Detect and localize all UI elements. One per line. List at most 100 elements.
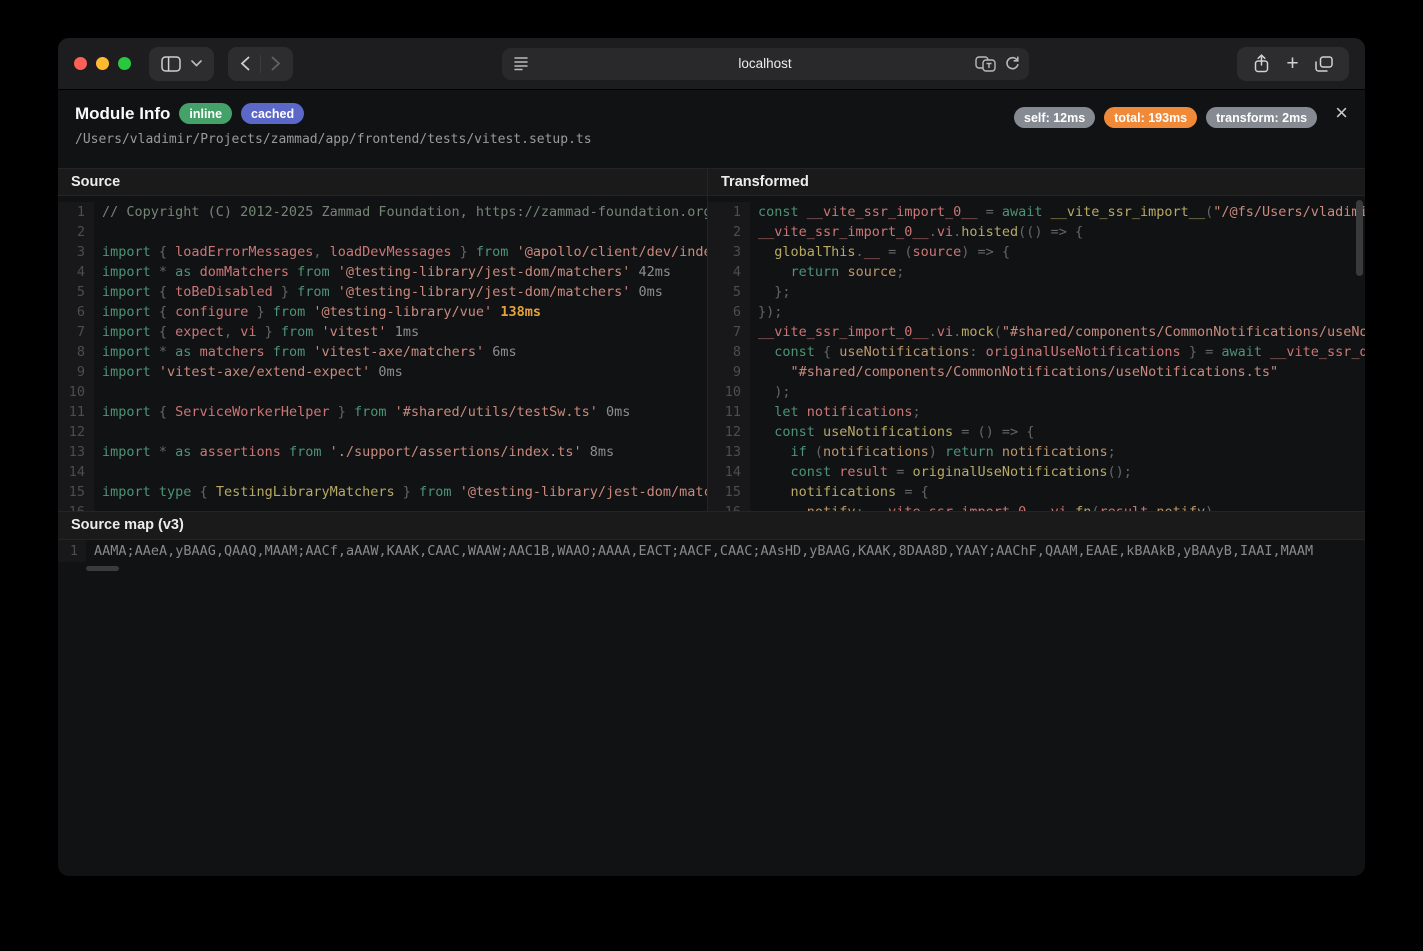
privacy-report-icon[interactable] (975, 56, 996, 72)
code-text: import * as domMatchers from '@testing-l… (94, 262, 707, 282)
code-line: 16 notify: __vite_ssr_import_0__.vi.fn(r… (708, 502, 1365, 511)
code-text: return source; (750, 262, 1365, 282)
chevron-down-icon (191, 60, 202, 67)
code-line: 7import { expect, vi } from 'vitest' 1ms (58, 322, 707, 342)
sidebar-icon (161, 56, 181, 72)
line-number: 15 (58, 482, 94, 502)
code-line: 15 notifications = { (708, 482, 1365, 502)
transformed-code-panel[interactable]: 1const __vite_ssr_import_0__ = await __v… (708, 196, 1365, 511)
traffic-lights (74, 57, 131, 70)
code-line: 11 let notifications; (708, 402, 1365, 422)
timing-badge: transform: 2ms (1206, 107, 1317, 128)
code-text (94, 382, 707, 402)
timing-badge: self: 12ms (1014, 107, 1095, 128)
code-line: 5import { toBeDisabled } from '@testing-… (58, 282, 707, 302)
line-number: 5 (58, 282, 94, 302)
code-line: 15import type { TestingLibraryMatchers }… (58, 482, 707, 502)
line-number: 11 (708, 402, 750, 422)
module-path: /Users/vladimir/Projects/zammad/app/fron… (75, 132, 592, 147)
code-text: import { toBeDisabled } from '@testing-l… (94, 282, 707, 302)
line-number: 15 (708, 482, 750, 502)
address-bar[interactable]: localhost (502, 48, 1029, 80)
line-number: 4 (58, 262, 94, 282)
code-text: let notifications; (750, 402, 1365, 422)
code-line: 9import 'vitest-axe/extend-expect' 0ms (58, 362, 707, 382)
sourcemap-mappings: AAMA;AAeA,yBAAG,QAAQ,MAAM;AACf,aAAW,KAAK… (86, 540, 1365, 562)
line-number: 4 (708, 262, 750, 282)
code-panels: 1// Copyright (C) 2012-2025 Zammad Found… (58, 196, 1365, 511)
line-number: 3 (708, 242, 750, 262)
sidebar-toggle-button[interactable] (149, 47, 214, 81)
line-number: 9 (708, 362, 750, 382)
line-number: 11 (58, 402, 94, 422)
share-icon[interactable] (1253, 54, 1270, 73)
line-number: 3 (58, 242, 94, 262)
code-line: 1// Copyright (C) 2012-2025 Zammad Found… (58, 202, 707, 222)
zoom-window-button[interactable] (118, 57, 131, 70)
line-number: 12 (708, 422, 750, 442)
reader-icon[interactable] (513, 56, 529, 71)
code-line: 9 "#shared/components/CommonNotification… (708, 362, 1365, 382)
back-button[interactable] (240, 56, 250, 71)
browser-toolbar: localhost (58, 38, 1365, 90)
line-number: 16 (58, 502, 94, 511)
code-line: 14 (58, 462, 707, 482)
code-text: const { useNotifications: originalUseNot… (750, 342, 1365, 362)
code-line: 5 }; (708, 282, 1365, 302)
code-line: 4 return source; (708, 262, 1365, 282)
horizontal-scrollbar[interactable] (86, 566, 119, 571)
close-window-button[interactable] (74, 57, 87, 70)
code-line: 8import * as matchers from 'vitest-axe/m… (58, 342, 707, 362)
code-text: import type { TestingLibraryMatchers } f… (94, 482, 707, 502)
sourcemap-title: Source map (v3) (71, 517, 184, 533)
code-text: notify: __vite_ssr_import_0__.vi.fn(resu… (750, 502, 1365, 511)
vertical-scrollbar[interactable] (1356, 200, 1363, 276)
sourcemap-line[interactable]: 1 AAMA;AAeA,yBAAG,QAAQ,MAAM;AACf,aAAW,KA… (58, 540, 1365, 562)
code-text: const useNotifications = () => { (750, 422, 1365, 442)
url-text: localhost (738, 56, 791, 71)
nav-divider (260, 55, 261, 73)
line-number: 9 (58, 362, 94, 382)
line-number: 8 (58, 342, 94, 362)
reload-icon[interactable] (1005, 56, 1020, 71)
code-line: 6}); (708, 302, 1365, 322)
code-text: }; (750, 282, 1365, 302)
line-number: 16 (708, 502, 750, 511)
line-number: 1 (58, 202, 94, 222)
code-text: }); (750, 302, 1365, 322)
module-info-header: Module Info inlinecached /Users/vladimir… (58, 90, 1365, 168)
timing-badges: self: 12mstotal: 193mstransform: 2ms (1014, 107, 1317, 128)
code-line: 14 const result = originalUseNotificatio… (708, 462, 1365, 482)
code-text (94, 462, 707, 482)
code-text: import { expect, vi } from 'vitest' 1ms (94, 322, 707, 342)
close-icon[interactable]: × (1335, 103, 1348, 123)
module-badges: inlinecached (179, 103, 304, 124)
minimize-window-button[interactable] (96, 57, 109, 70)
code-line: 7__vite_ssr_import_0__.vi.mock("#shared/… (708, 322, 1365, 342)
module-badge: inline (179, 103, 232, 124)
code-text: __vite_ssr_import_0__.vi.hoisted(() => { (750, 222, 1365, 242)
tab-overview-icon[interactable] (1315, 56, 1333, 72)
line-number: 6 (708, 302, 750, 322)
new-tab-button[interactable]: + (1286, 53, 1298, 74)
nav-buttons (228, 47, 293, 81)
source-code-panel[interactable]: 1// Copyright (C) 2012-2025 Zammad Found… (58, 196, 708, 511)
sourcemap-scroll-area (58, 562, 1365, 877)
line-number: 13 (58, 442, 94, 462)
code-line: 10 (58, 382, 707, 402)
code-line: 1const __vite_ssr_import_0__ = await __v… (708, 202, 1365, 222)
line-number: 10 (58, 382, 94, 402)
code-text (94, 502, 707, 511)
line-number: 1 (708, 202, 750, 222)
line-number: 12 (58, 422, 94, 442)
code-text (94, 222, 707, 242)
line-number: 2 (58, 222, 94, 242)
source-panel-title: Source (58, 169, 708, 195)
line-number: 14 (58, 462, 94, 482)
line-number: 13 (708, 442, 750, 462)
forward-button[interactable] (271, 56, 281, 71)
code-text: import { configure } from '@testing-libr… (94, 302, 707, 322)
code-text: if (notifications) return notifications; (750, 442, 1365, 462)
browser-window: localhost (58, 38, 1365, 876)
code-text: ); (750, 382, 1365, 402)
